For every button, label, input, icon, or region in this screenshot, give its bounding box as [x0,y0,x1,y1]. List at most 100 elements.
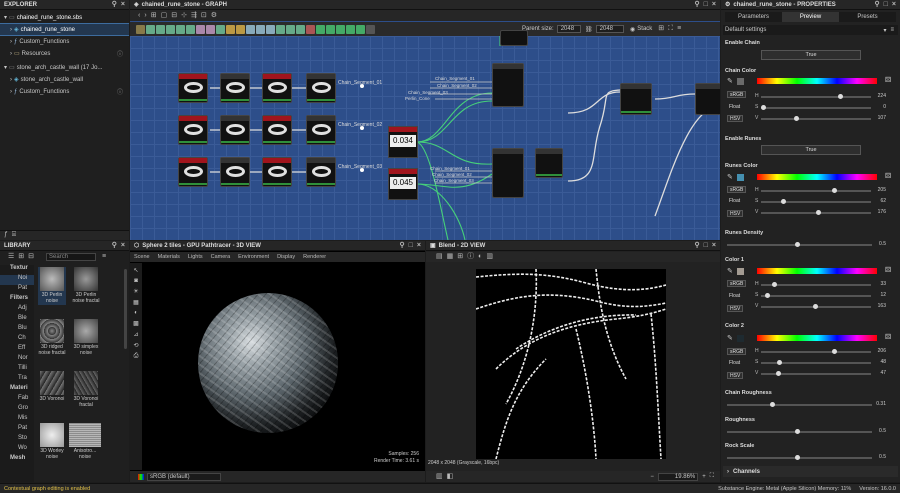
node-output-icon[interactable] [326,24,335,34]
value-node[interactable]: 0.034 [388,126,418,158]
node-grayscale-icon[interactable] [236,24,245,34]
zoom-out-icon[interactable]: − [650,474,654,480]
rock-scale-slider[interactable] [727,455,872,460]
tab-preview[interactable]: Preview [782,12,839,22]
info-icon[interactable]: ⓘ [117,49,123,58]
graph-node[interactable] [262,157,292,187]
chevron-right-icon[interactable]: › [10,27,12,33]
node-fx-icon[interactable] [216,24,225,34]
node-atomic-icon[interactable] [136,24,145,34]
alpha-icon[interactable]: ◧ [447,473,454,481]
eyedropper-icon[interactable]: ✎ [727,173,733,181]
blend-node[interactable] [492,63,524,107]
align-icon[interactable]: ⊞ [151,12,157,20]
stack-icon[interactable]: ◉ [630,26,635,33]
s-slider[interactable] [761,105,871,110]
eyedropper-icon[interactable]: ✎ [727,267,733,275]
node-hsl-icon[interactable] [246,24,255,34]
mode-srgb[interactable]: sRGB [727,91,747,98]
mode-hsv[interactable]: HSV [727,115,744,122]
hue-bar[interactable] [757,335,877,341]
node-transform-icon[interactable] [296,24,305,34]
enable-runes-button[interactable]: True [761,145,861,155]
snap-icon[interactable]: ⊹ [181,12,187,20]
v-slider[interactable] [761,116,871,121]
graph-node[interactable] [262,115,292,145]
chevron-right-icon[interactable]: › [10,39,12,45]
node-input-icon[interactable] [316,24,325,34]
v-value[interactable]: 176 [866,209,886,215]
maximize-icon[interactable]: □ [409,242,413,250]
v-value[interactable]: 107 [866,115,886,121]
mode-float[interactable]: Float [727,104,742,111]
channels-section[interactable]: › Channels [723,466,898,477]
graph-node[interactable] [220,115,250,145]
fit-icon[interactable]: ⛶ [710,473,714,480]
tab-parameters[interactable]: Parameters [725,12,782,22]
sphere-preview[interactable] [198,293,338,433]
category-item[interactable]: Mesh [0,455,34,465]
chevron-right-icon[interactable]: › [10,51,12,57]
node-directional-icon[interactable] [186,24,195,34]
category-item[interactable]: Fab [0,395,34,405]
pin-icon[interactable]: ⚲ [400,242,405,250]
library-item[interactable]: 3D ridged noise fractal [38,319,66,357]
node-comment-icon[interactable] [346,24,355,34]
mesh-icon[interactable]: ▦ [133,299,139,306]
category-item[interactable]: Ble [0,315,34,325]
menu-renderer[interactable]: Renderer [299,254,330,260]
info-icon[interactable]: ⓘ [467,253,474,261]
light-icon[interactable]: ☀ [133,288,138,295]
node-pixel-icon[interactable] [276,24,285,34]
category-item[interactable]: Tilli [0,365,34,375]
library-item[interactable]: 3D Perlin noise [38,267,66,305]
function-icon[interactable]: ƒ [4,231,8,239]
menu-display[interactable]: Display [273,254,299,260]
s-value[interactable]: 48 [866,359,886,365]
parent-size-select[interactable]: 2048 [556,25,582,33]
h-slider[interactable] [761,94,871,99]
graph-node[interactable] [306,157,336,187]
s-slider[interactable] [761,360,871,365]
layout-icon[interactable]: ⊟ [171,12,177,20]
pin-icon[interactable]: ⚲ [875,1,880,9]
category-item[interactable]: Blu [0,325,34,335]
close-icon[interactable]: × [121,242,125,250]
node-emboss-icon[interactable] [206,24,215,34]
category-item[interactable]: Adj [0,305,34,315]
library-search-input[interactable]: Search [46,253,97,261]
roughness-value[interactable]: 0.5 [866,428,886,434]
randomize-icon[interactable]: ⚄ [885,172,891,180]
node-levels-icon[interactable] [256,24,265,34]
category-item[interactable]: Tra [0,375,34,385]
h-value[interactable]: 206 [866,348,886,354]
close-icon[interactable]: × [712,1,716,9]
chain-roughness-value[interactable]: 0.31 [866,401,886,407]
h-slider[interactable] [761,188,871,193]
s-value[interactable]: 12 [866,292,886,298]
s-slider[interactable] [761,293,871,298]
value-node[interactable]: 0.045 [388,168,418,200]
camera-icon[interactable]: ◙ [134,278,138,284]
maximize-icon[interactable]: □ [704,242,708,250]
color-swatch[interactable] [737,78,744,85]
back-icon[interactable]: ‹ [138,12,140,20]
randomize-icon[interactable]: ⚄ [885,333,891,341]
node-pin-icon[interactable] [366,24,375,34]
node-blend-icon[interactable] [146,24,155,34]
mode-float[interactable]: Float [727,198,742,205]
menu-materials[interactable]: Materials [154,254,184,260]
graph-node[interactable] [306,115,336,145]
library-item[interactable]: 3D Voronoi fractal [72,371,100,409]
node-warp-icon[interactable] [306,24,315,34]
graph-node[interactable] [220,157,250,187]
node-uniform-icon[interactable] [336,24,345,34]
settings-icon[interactable]: ⚙ [211,12,217,20]
list-view-icon[interactable]: ☰ [8,253,14,261]
close-icon[interactable]: × [417,242,421,250]
menu-camera[interactable]: Camera [207,254,235,260]
graph-canvas[interactable]: Chain_Segment_01 Chain_Segment_02 Chain_… [130,30,720,240]
category-item[interactable]: Wo [0,445,34,455]
library-item[interactable]: 3D Voronoi [38,371,66,409]
graph-node[interactable] [178,115,208,145]
